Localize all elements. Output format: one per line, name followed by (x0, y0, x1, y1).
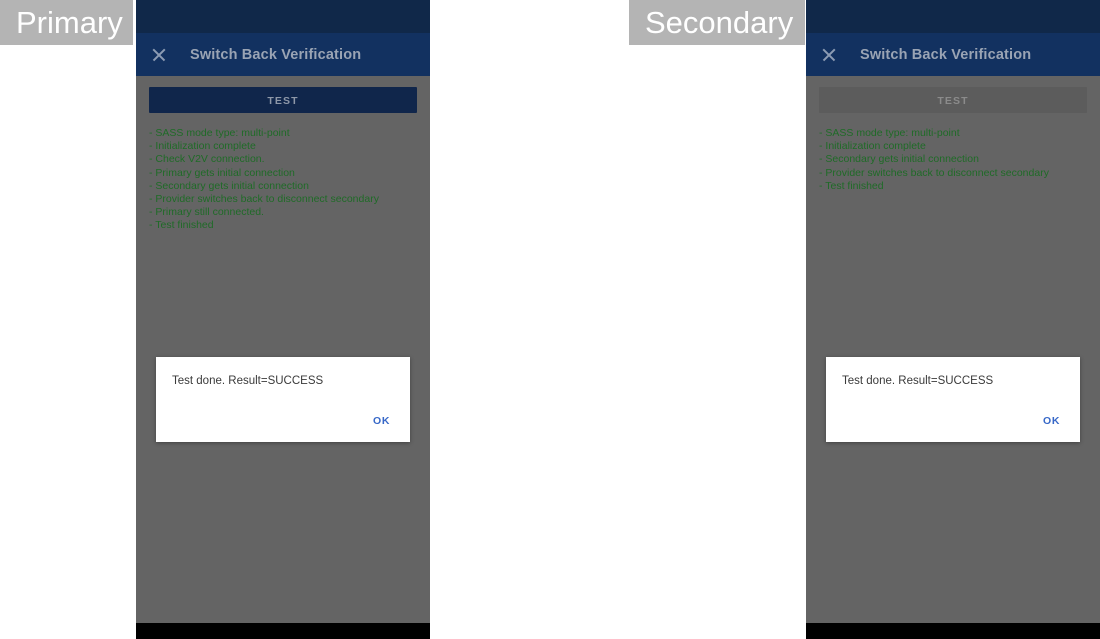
app-bar-secondary: Switch Back Verification (806, 33, 1100, 76)
test-button[interactable]: TEST (819, 87, 1087, 113)
status-bar-secondary (806, 0, 1100, 33)
log-line: - Initialization complete (149, 140, 256, 153)
phone-screen-secondary: Switch Back Verification TEST - SASS mod… (806, 0, 1100, 639)
log-line: - Check V2V connection. (149, 153, 265, 166)
app-bar-title: Switch Back Verification (860, 46, 1032, 63)
navigation-bar-secondary (806, 623, 1100, 639)
log-line: - Secondary gets initial connection (149, 179, 309, 192)
dialog-ok-button[interactable]: OK (367, 411, 396, 431)
content-area-primary: TEST - SASS mode type: multi-point - Ini… (136, 76, 430, 623)
role-label-primary: Primary (0, 0, 133, 45)
log-line: - Primary gets initial connection (149, 166, 295, 179)
log-output-primary: - SASS mode type: multi-point - Initiali… (149, 127, 417, 233)
test-button[interactable]: TEST (149, 87, 417, 113)
content-area-secondary: TEST - SASS mode type: multi-point - Ini… (806, 76, 1100, 623)
app-bar-primary: Switch Back Verification (136, 33, 430, 76)
result-dialog-secondary: Test done. Result=SUCCESS OK (826, 357, 1080, 442)
log-line: - Secondary gets initial connection (819, 153, 979, 166)
log-line: - Test finished (149, 219, 214, 232)
log-line: - SASS mode type: multi-point (819, 127, 960, 139)
result-dialog-primary: Test done. Result=SUCCESS OK (156, 357, 410, 442)
dialog-ok-button[interactable]: OK (1037, 411, 1066, 431)
dialog-message: Test done. Result=SUCCESS (842, 375, 994, 387)
log-line: - Provider switches back to disconnect s… (819, 166, 1049, 179)
log-line: - SASS mode type: multi-point (149, 127, 290, 139)
log-output-secondary: - SASS mode type: multi-point - Initiali… (819, 127, 1087, 193)
phone-screen-primary: Switch Back Verification TEST - SASS mod… (136, 0, 430, 639)
app-bar-title: Switch Back Verification (190, 46, 362, 63)
close-icon[interactable] (150, 46, 168, 64)
log-line: - Initialization complete (819, 140, 926, 153)
status-bar-primary (136, 0, 430, 33)
role-label-secondary: Secondary (629, 0, 805, 45)
log-line: - Provider switches back to disconnect s… (149, 193, 379, 206)
dialog-message: Test done. Result=SUCCESS (172, 375, 324, 387)
log-line: - Test finished (819, 179, 884, 192)
navigation-bar-primary (136, 623, 430, 639)
close-icon[interactable] (820, 46, 838, 64)
log-line: - Primary still connected. (149, 206, 264, 219)
